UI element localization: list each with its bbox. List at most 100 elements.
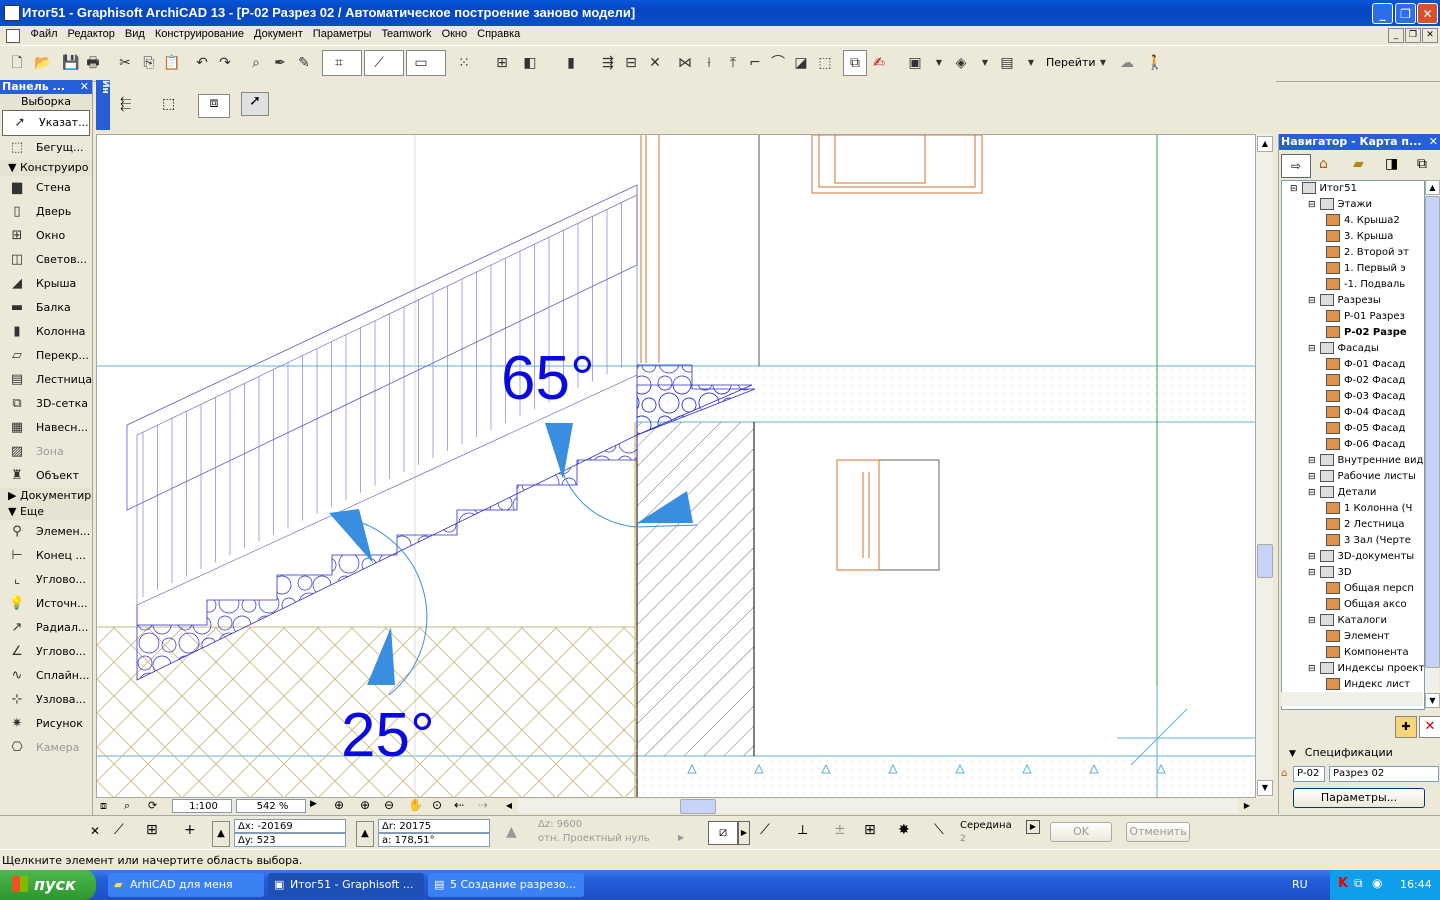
tree-item[interactable]: Ф-03 Фасад — [1282, 389, 1424, 405]
scroll-down-icon[interactable]: ▼ — [1257, 780, 1273, 796]
preview-icon[interactable]: ⌕ — [124, 799, 130, 813]
tool-mesh[interactable]: ⧉ 3D-сетка — [0, 392, 92, 416]
reference-menu-icon[interactable]: ▶ — [678, 833, 684, 842]
tree-item[interactable]: ⊟ Итог51 — [1282, 181, 1424, 197]
redo-icon[interactable]: ↷ — [216, 54, 234, 72]
tree-item[interactable]: Общая аксо — [1282, 597, 1424, 613]
rebuild-icon[interactable]: ⟳ — [148, 799, 157, 812]
start-button[interactable]: пуск — [0, 870, 96, 900]
antivirus-icon[interactable]: K — [1338, 876, 1348, 891]
fit-window-icon[interactable]: ⊙ — [432, 798, 442, 812]
magic-wand-icon[interactable]: ✸ — [898, 822, 910, 838]
tool-roof[interactable]: ◢ Крыша — [0, 272, 92, 296]
menu-file[interactable]: Файл — [26, 26, 63, 40]
close-icon[interactable]: ✕ — [80, 80, 89, 94]
tool-radial-dim[interactable]: ↗ Радиал... — [0, 616, 92, 640]
arrow-mode-icon[interactable]: ➚ — [241, 92, 269, 116]
tool-angle-dim[interactable]: ∠ Углово... — [0, 640, 92, 664]
tree-item[interactable]: Общая персп — [1282, 581, 1424, 597]
align-icon[interactable]: ⇶ — [599, 54, 617, 72]
perpendicular-icon[interactable]: ⟂ — [798, 822, 807, 838]
previous-zoom-icon[interactable]: ⇠ — [454, 798, 464, 812]
polar-lock-icon[interactable]: ▲ — [356, 821, 374, 847]
vertical-scrollbar[interactable]: ▲ ▼ — [1256, 134, 1273, 798]
tree-item[interactable]: 2 Лестница — [1282, 517, 1424, 533]
scroll-up-icon[interactable]: ▲ — [1257, 136, 1273, 152]
eyedropper-icon[interactable]: ✒ — [271, 54, 289, 72]
tool-arrow[interactable]: ➚ Указат... — [2, 110, 90, 136]
tool-column[interactable]: ▮ Колонна — [0, 320, 92, 344]
tree-item[interactable]: Р-01 Разрез — [1282, 309, 1424, 325]
tree-item[interactable]: Ф-01 Фасад — [1282, 357, 1424, 373]
menu-window[interactable]: Окно — [437, 26, 473, 40]
spec-id-field[interactable]: Р-02 — [1293, 766, 1325, 782]
scroll-left-icon[interactable]: ◀ — [502, 799, 516, 813]
tool-wall[interactable]: ▆ Стена — [0, 176, 92, 200]
snap-menu-icon[interactable]: ▶ — [1026, 820, 1040, 834]
layout-icon[interactable]: ▤ — [998, 54, 1016, 72]
tree-item[interactable]: Индекс лист — [1282, 677, 1424, 693]
expand-icon[interactable]: ⊟ — [1308, 472, 1316, 482]
3d-navigation-icon[interactable]: ☁ — [1118, 54, 1136, 72]
tree-scrollbar[interactable]: ▲ ▼ — [1425, 180, 1440, 708]
expand-icon[interactable]: ⊟ — [1308, 456, 1316, 466]
dy-field[interactable]: Δy: 523 — [234, 833, 346, 847]
delta-xy-lock-icon[interactable]: ▲ — [212, 821, 230, 847]
save-icon[interactable]: 💾 — [62, 54, 80, 72]
tool-element[interactable]: ⚲ Элемен... — [0, 520, 92, 544]
tree-item[interactable]: ⊟ 3D — [1282, 565, 1424, 581]
navigator-popup-icon[interactable]: ⇨ — [1281, 154, 1311, 178]
zoom-out-icon[interactable]: ⊖ — [384, 798, 394, 812]
relative-coord-icon[interactable]: ⟋ — [114, 822, 124, 838]
tool-end[interactable]: ⊢ Конец ... — [0, 544, 92, 568]
paste-icon[interactable]: 📋 — [163, 54, 181, 72]
suspend-group-icon[interactable]: ▮ — [562, 54, 580, 72]
cancel-button[interactable]: Отменить — [1126, 822, 1190, 842]
quick-select-icon[interactable]: ⧈ — [198, 94, 230, 118]
elevate-icon[interactable]: ⤒ — [724, 54, 742, 72]
tool-stair[interactable]: ▤ Лестница — [0, 368, 92, 392]
menu-design[interactable]: Конструирование — [150, 26, 249, 40]
tree-item[interactable]: ⊟ Этажи — [1282, 197, 1424, 213]
task-word[interactable]: ▤ 5 Создание разрезо... — [428, 873, 584, 897]
walk-icon[interactable]: 🚶 — [1146, 54, 1164, 72]
origin-icon[interactable]: + — [184, 822, 196, 838]
tree-item[interactable]: 2. Второй эт — [1282, 245, 1424, 261]
project-tree[interactable]: ⊟ Итог51 ⊟ Этажи 4. Крыша2 3. Крыша 2. Второй … — [1281, 180, 1425, 710]
tool-skylight[interactable]: ◫ Светов... — [0, 248, 92, 272]
layout-book-icon[interactable]: ◨ — [1385, 156, 1398, 172]
info-box-tab[interactable]: Ин — [96, 80, 110, 130]
tool-window[interactable]: ⊞ Окно — [0, 224, 92, 248]
scroll-down-icon[interactable]: ▼ — [1425, 693, 1440, 708]
tree-item[interactable]: ⊟ 3D-документы — [1282, 549, 1424, 565]
snap-points-icon[interactable]: ⟍ — [934, 822, 944, 838]
tree-item[interactable]: ⊟ Каталоги — [1282, 613, 1424, 629]
menu-options[interactable]: Параметры — [308, 26, 377, 40]
print-icon[interactable]: 🖶 — [84, 54, 102, 72]
zoom-field[interactable]: 542 % — [236, 799, 306, 813]
menu-help[interactable]: Справка — [472, 26, 525, 40]
constraint-icon[interactable]: ⧄ — [708, 821, 738, 845]
mirror-icon[interactable]: ⋈ — [676, 54, 694, 72]
open-icon[interactable]: 📂 — [34, 54, 52, 72]
close-icon[interactable]: ✕ — [90, 824, 100, 838]
find-select-icon[interactable]: ⌕ — [247, 54, 265, 72]
minimize-button[interactable]: _ — [1372, 3, 1393, 24]
expand-icon[interactable]: ⊟ — [1290, 184, 1298, 194]
expand-icon[interactable]: ⊟ — [1308, 568, 1316, 578]
menu-edit[interactable]: Редактор — [63, 26, 120, 40]
specs-section[interactable]: ▼ Спецификации — [1289, 746, 1393, 759]
tree-item[interactable]: 3 Зал (Черте — [1282, 533, 1424, 549]
group-icon[interactable]: ⊞ — [493, 54, 511, 72]
parallel-icon[interactable]: ⟋ — [760, 822, 770, 838]
expand-icon[interactable]: ⊟ — [1308, 664, 1316, 674]
tree-item[interactable]: ⊟ Внутренние вид — [1282, 453, 1424, 469]
task-folder[interactable]: ▰ ArhiCAD для меня — [108, 873, 264, 897]
select-section[interactable]: Выборка — [0, 94, 92, 110]
design-section[interactable]: ▼ Конструиро — [0, 160, 92, 176]
new-file-icon[interactable]: 🗋 — [8, 54, 26, 72]
expand-icon[interactable]: ⊟ — [1308, 488, 1316, 498]
tree-item[interactable]: 3. Крыша — [1282, 229, 1424, 245]
dr-field[interactable]: Δr: 20175 — [378, 819, 490, 833]
pen-set-icon[interactable]: ✍ — [870, 54, 888, 72]
